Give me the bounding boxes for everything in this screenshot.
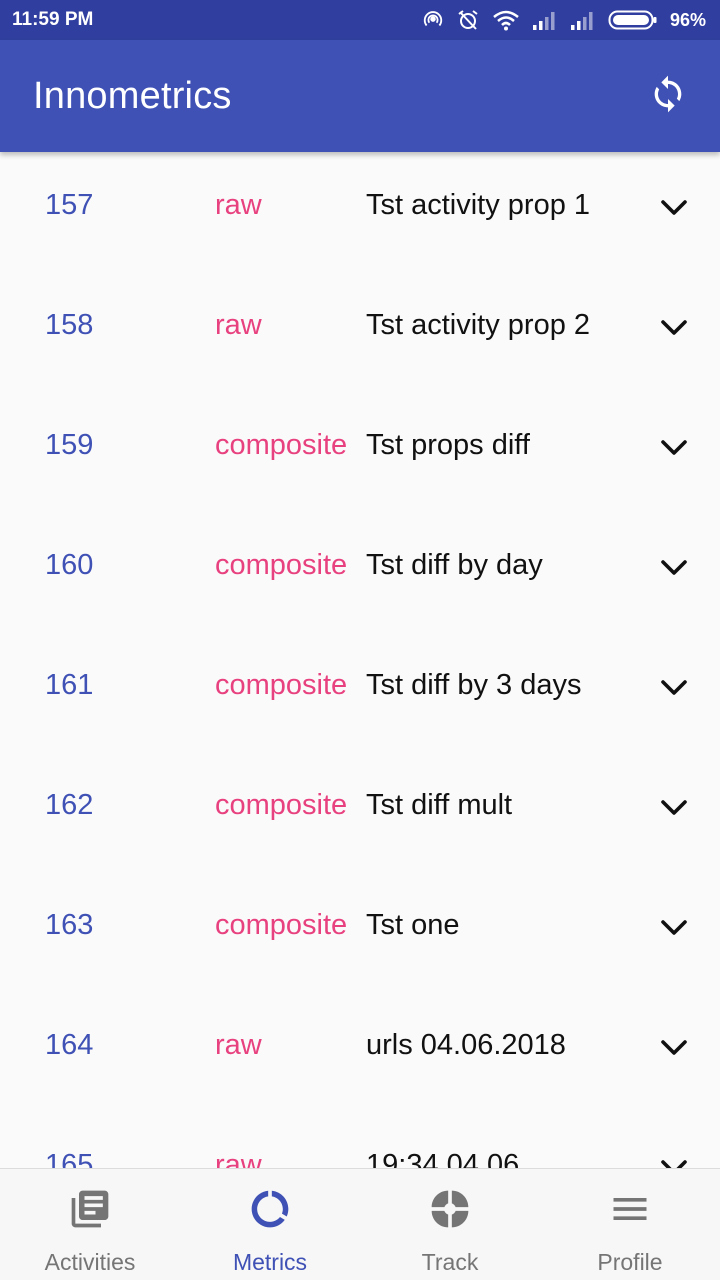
- battery-percentage: 96%: [669, 9, 706, 30]
- signal-icon: [570, 10, 596, 30]
- metric-type: composite: [215, 549, 348, 581]
- metric-name: Tst one: [366, 909, 460, 941]
- metric-type: composite: [215, 669, 348, 701]
- metric-id: 163: [45, 909, 94, 941]
- expand-button[interactable]: [652, 1152, 696, 1168]
- app-bar: Innometrics: [0, 40, 720, 152]
- metric-row[interactable]: 157 raw Tst activity prop 1: [0, 152, 720, 272]
- activities-icon: [68, 1187, 112, 1231]
- nav-label-profile: Profile: [597, 1249, 663, 1275]
- metric-name: Tst diff by 3 days: [366, 669, 582, 701]
- metric-row[interactable]: 165 raw 19:34 04.06: [0, 1112, 720, 1168]
- sync-button[interactable]: [644, 72, 692, 120]
- bottom-navigation: Activities Metrics Track Profile: [0, 1168, 720, 1280]
- chevron-down-icon: [659, 558, 689, 583]
- metric-name: Tst activity prop 2: [366, 309, 591, 341]
- metric-name: Tst diff mult: [366, 789, 513, 821]
- metric-type: raw: [215, 1149, 262, 1168]
- expand-button[interactable]: [652, 432, 696, 468]
- metric-type: composite: [215, 909, 348, 941]
- expand-button[interactable]: [652, 312, 696, 348]
- nav-label-track: Track: [421, 1249, 479, 1275]
- metric-id: 161: [45, 669, 94, 701]
- app-title: Innometrics: [33, 74, 232, 117]
- nav-item-track[interactable]: Track: [360, 1169, 540, 1280]
- metric-type: raw: [215, 309, 262, 341]
- status-bar: 11:59 PM 96%: [0, 0, 720, 40]
- expand-button[interactable]: [652, 912, 696, 948]
- metric-row[interactable]: 160 composite Tst diff by day: [0, 512, 720, 632]
- nav-label-activities: Activities: [44, 1249, 136, 1275]
- metric-row[interactable]: 164 raw urls 04.06.2018: [0, 992, 720, 1112]
- status-time: 11:59 PM: [12, 9, 94, 30]
- chevron-down-icon: [659, 1158, 689, 1168]
- chevron-down-icon: [659, 198, 689, 223]
- chevron-down-icon: [659, 798, 689, 823]
- metric-row[interactable]: 161 composite Tst diff by 3 days: [0, 632, 720, 752]
- metric-name: Tst activity prop 1: [366, 189, 591, 221]
- expand-button[interactable]: [652, 792, 696, 828]
- battery-icon: [608, 9, 658, 31]
- chevron-down-icon: [659, 318, 689, 343]
- expand-button[interactable]: [652, 1032, 696, 1068]
- metrics-list: 157 raw Tst activity prop 1 158 raw Tst activ…: [0, 152, 720, 1168]
- metric-id: 165: [45, 1149, 94, 1168]
- metric-name: Tst diff by day: [366, 549, 543, 581]
- chevron-down-icon: [659, 438, 689, 463]
- nav-label-metrics: Metrics: [232, 1249, 308, 1275]
- metric-id: 160: [45, 549, 94, 581]
- metric-id: 162: [45, 789, 94, 821]
- metric-type: raw: [215, 189, 262, 221]
- metric-id: 157: [45, 189, 94, 221]
- status-icons: 96%: [422, 8, 706, 32]
- track-icon: [428, 1187, 472, 1231]
- metrics-icon: [248, 1187, 292, 1231]
- metric-id: 159: [45, 429, 94, 461]
- metric-type: composite: [215, 429, 348, 461]
- hotspot-icon: [422, 9, 444, 31]
- expand-button[interactable]: [652, 552, 696, 588]
- metric-id: 158: [45, 309, 94, 341]
- signal-icon: [532, 10, 558, 30]
- alarm-off-icon: [456, 8, 480, 32]
- metric-row[interactable]: 162 composite Tst diff mult: [0, 752, 720, 872]
- metric-name: urls 04.06.2018: [366, 1029, 566, 1061]
- screen: 11:59 PM 96% Innometrics 157 raw Tst act…: [0, 0, 720, 1280]
- nav-item-metrics[interactable]: Metrics: [180, 1169, 360, 1280]
- chevron-down-icon: [659, 918, 689, 943]
- nav-item-profile[interactable]: Profile: [540, 1169, 720, 1280]
- menu-icon: [608, 1187, 652, 1231]
- metric-name: Tst props diff: [366, 429, 530, 461]
- sync-icon: [648, 74, 688, 119]
- chevron-down-icon: [659, 678, 689, 703]
- wifi-icon: [492, 9, 520, 31]
- metric-name: 19:34 04.06: [366, 1149, 520, 1168]
- metric-type: raw: [215, 1029, 262, 1061]
- chevron-down-icon: [659, 1038, 689, 1063]
- expand-button[interactable]: [652, 672, 696, 708]
- metric-type: composite: [215, 789, 348, 821]
- metric-row[interactable]: 158 raw Tst activity prop 2: [0, 272, 720, 392]
- metric-row[interactable]: 163 composite Tst one: [0, 872, 720, 992]
- metric-row[interactable]: 159 composite Tst props diff: [0, 392, 720, 512]
- nav-item-activities[interactable]: Activities: [0, 1169, 180, 1280]
- metric-id: 164: [45, 1029, 94, 1061]
- expand-button[interactable]: [652, 192, 696, 228]
